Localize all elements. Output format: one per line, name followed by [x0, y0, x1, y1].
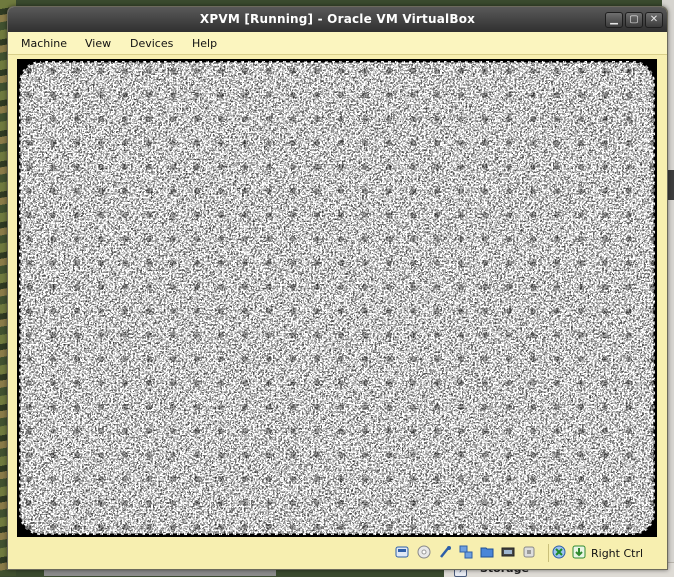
video-capture-icon[interactable]	[522, 545, 536, 559]
vm-screen-noise	[17, 59, 657, 537]
minimize-button[interactable]: ▁	[605, 12, 623, 28]
menu-machine[interactable]: Machine	[21, 37, 67, 50]
usb-icon[interactable]	[438, 545, 452, 559]
menu-help[interactable]: Help	[192, 37, 217, 50]
mouse-integration-icon[interactable]	[552, 545, 566, 559]
maximize-button[interactable]: ▢	[625, 12, 643, 28]
menu-devices[interactable]: Devices	[130, 37, 173, 50]
virtualbox-vm-window: XPVM [Running] - Oracle VM VirtualBox ▁ …	[7, 6, 668, 570]
optical-drive-icon[interactable]	[417, 545, 431, 559]
status-bar: Right Ctrl	[8, 540, 667, 569]
menu-view[interactable]: View	[85, 37, 111, 50]
minimize-icon: ▁	[610, 14, 618, 25]
close-icon: ✕	[649, 14, 659, 25]
menu-bar: Machine View Devices Help	[8, 32, 667, 55]
status-separator	[548, 544, 549, 562]
host-key-label: Right Ctrl	[591, 547, 644, 560]
window-title: XPVM [Running] - Oracle VM VirtualBox	[199, 12, 476, 26]
vm-display[interactable]	[17, 59, 657, 537]
title-bar[interactable]: XPVM [Running] - Oracle VM VirtualBox ▁ …	[8, 7, 667, 32]
display-icon[interactable]	[501, 545, 515, 559]
network-icon[interactable]	[459, 545, 473, 559]
hard-disk-icon[interactable]	[395, 545, 409, 559]
shared-folder-icon[interactable]	[480, 545, 494, 559]
maximize-icon: ▢	[629, 14, 639, 25]
close-button[interactable]: ✕	[645, 12, 663, 28]
host-key-icon[interactable]	[572, 545, 586, 559]
